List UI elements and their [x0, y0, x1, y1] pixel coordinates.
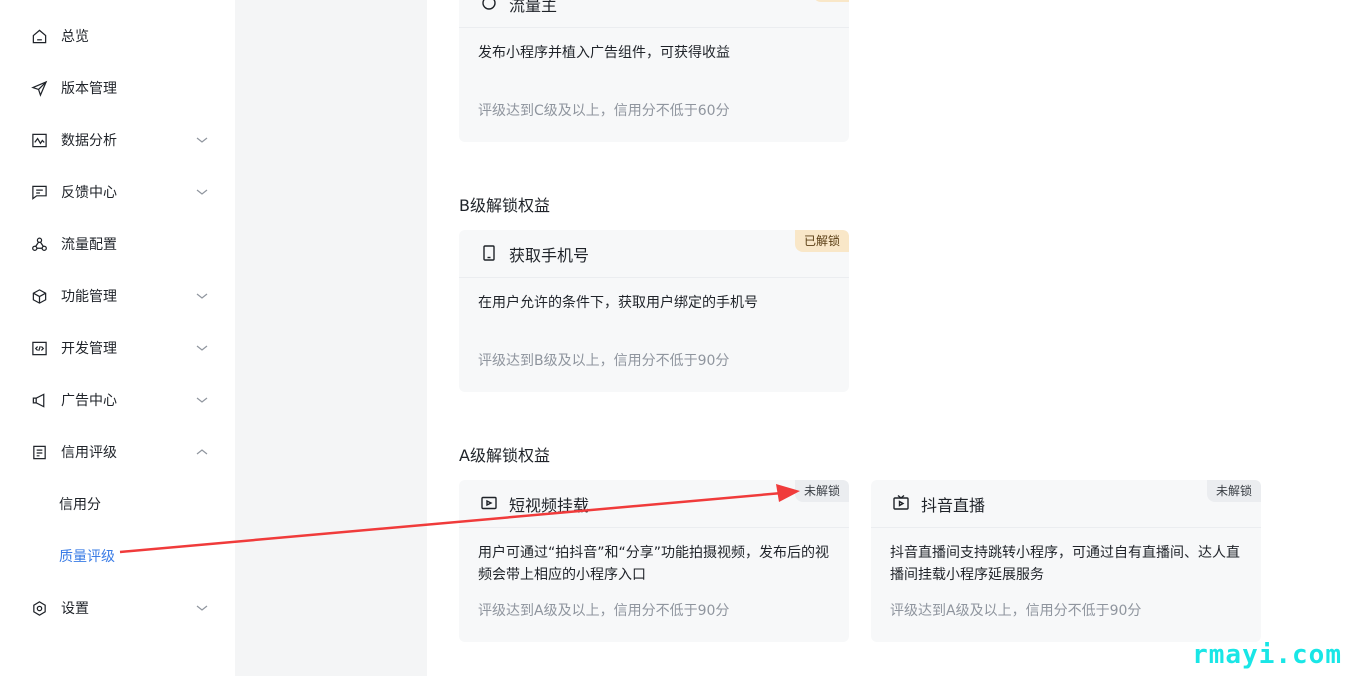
sidebar-item-dev[interactable]: 开发管理 [30, 333, 215, 363]
sidebar-item-analytics[interactable]: 数据分析 [30, 125, 215, 155]
card-requirement: 评级达到A级及以上，信用分不低于90分 [890, 603, 1142, 619]
card-description: 在用户允许的条件下，获取用户绑定的手机号 [478, 295, 758, 311]
megaphone-icon [30, 391, 48, 409]
sidebar-item-label: 反馈中心 [61, 185, 117, 201]
watermark: rmayi.com [1192, 640, 1342, 670]
document-icon [30, 443, 48, 461]
card-description: 用户可通过“拍抖音”和“分享”功能拍摄视频，发布后的视频会带上相应的小程序入口 [478, 545, 830, 583]
card-title: 流量主 [509, 0, 558, 15]
code-icon [30, 339, 48, 357]
card-title: 抖音直播 [921, 496, 986, 515]
sidebar-item-traffic[interactable]: 流量配置 [30, 229, 215, 259]
chevron-down-icon [196, 137, 208, 143]
share-nodes-icon [30, 235, 48, 253]
sidebar-item-overview[interactable]: 总览 [30, 21, 215, 51]
sidebar-subitem-quality-rating[interactable]: 质量评级 [59, 544, 115, 568]
sidebar-item-label: 总览 [61, 29, 89, 45]
chevron-down-icon [196, 345, 208, 351]
card-requirement: 评级达到A级及以上，信用分不低于90分 [478, 603, 730, 619]
settings-icon [30, 599, 48, 617]
section-title-a: A级解锁权益 [459, 446, 550, 465]
sidebar-item-label: 版本管理 [61, 81, 117, 97]
circle-icon [480, 0, 498, 12]
card-description: 发布小程序并植入广告组件，可获得收益 [478, 45, 730, 61]
card-title: 短视频挂载 [509, 496, 590, 515]
status-badge [813, 0, 849, 2]
card-description: 抖音直播间支持跳转小程序，可通过自有直播间、达人直播间挂载小程序延展服务 [890, 545, 1240, 583]
content-gutter [235, 0, 427, 676]
phone-icon [480, 244, 498, 262]
section-title-b: B级解锁权益 [459, 196, 550, 215]
video-icon [480, 494, 498, 512]
status-badge-unlocked: 已解锁 [794, 230, 849, 252]
benefit-card-short-video: 短视频挂载 未解锁 用户可通过“拍抖音”和“分享”功能拍摄视频，发布后的视频会带… [459, 480, 849, 642]
card-requirement: 评级达到C级及以上，信用分不低于60分 [478, 103, 730, 119]
sidebar-item-label: 信用评级 [61, 445, 117, 461]
sidebar-item-version[interactable]: 版本管理 [30, 73, 215, 103]
card-title: 获取手机号 [509, 246, 590, 265]
benefit-card-phone: 获取手机号 已解锁 在用户允许的条件下，获取用户绑定的手机号 评级达到B级及以上… [459, 230, 849, 392]
status-badge-locked: 未解锁 [1206, 480, 1261, 502]
sidebar-item-credit-rating[interactable]: 信用评级 [30, 437, 215, 467]
status-badge-locked: 未解锁 [794, 480, 849, 502]
home-icon [30, 27, 48, 45]
card-requirement: 评级达到B级及以上，信用分不低于90分 [478, 353, 730, 369]
card-header: 抖音直播 未解锁 [871, 480, 1261, 528]
sidebar-item-label: 广告中心 [61, 393, 117, 409]
sidebar-item-features[interactable]: 功能管理 [30, 281, 215, 311]
sidebar-item-ads[interactable]: 广告中心 [30, 385, 215, 415]
chart-icon [30, 131, 48, 149]
benefit-card-live: 抖音直播 未解锁 抖音直播间支持跳转小程序，可通过自有直播间、达人直播间挂载小程… [871, 480, 1261, 642]
sidebar-subitem-credit-score[interactable]: 信用分 [59, 492, 101, 516]
tv-play-icon [892, 494, 910, 512]
sidebar: 总览 版本管理 数据分析 反馈中心 流量配置 功能管理 开发管理 广告中心 信用… [0, 0, 235, 676]
card-header: 流量主 [459, 0, 849, 28]
chevron-down-icon [196, 605, 208, 611]
card-header: 获取手机号 已解锁 [459, 230, 849, 278]
chevron-down-icon [196, 397, 208, 403]
sidebar-item-label: 流量配置 [61, 237, 117, 253]
sidebar-item-label: 数据分析 [61, 133, 117, 149]
chevron-down-icon [196, 189, 208, 195]
chevron-down-icon [196, 293, 208, 299]
sidebar-item-feedback[interactable]: 反馈中心 [30, 177, 215, 207]
sidebar-item-settings[interactable]: 设置 [30, 593, 215, 623]
sidebar-item-label: 功能管理 [61, 289, 117, 305]
benefit-card-traffic: 流量主 发布小程序并植入广告组件，可获得收益 评级达到C级及以上，信用分不低于6… [459, 0, 849, 142]
card-header: 短视频挂载 未解锁 [459, 480, 849, 528]
chevron-up-icon [196, 449, 208, 455]
message-icon [30, 183, 48, 201]
send-icon [30, 79, 48, 97]
cube-icon [30, 287, 48, 305]
sidebar-item-label: 开发管理 [61, 341, 117, 357]
sidebar-item-label: 设置 [61, 601, 89, 617]
